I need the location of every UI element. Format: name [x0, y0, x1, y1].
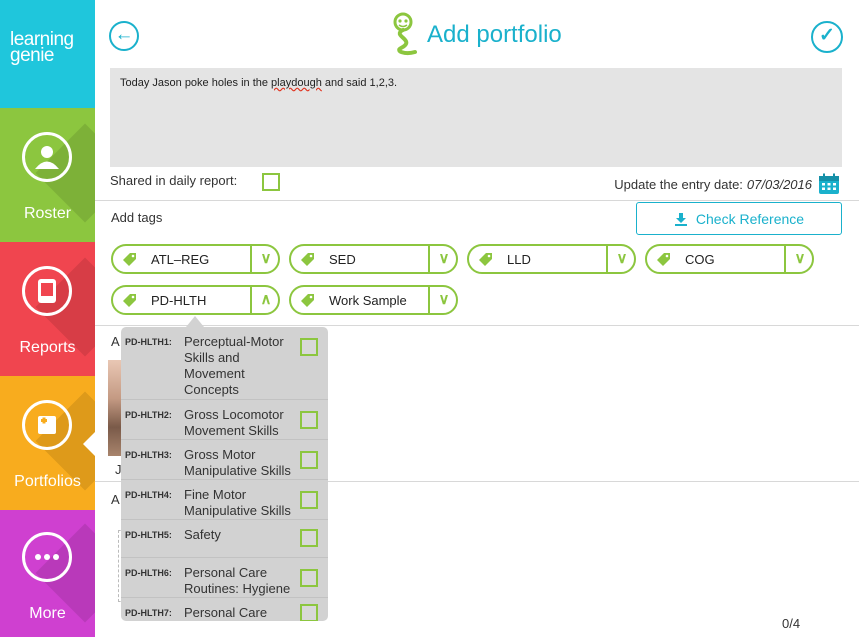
tag-atl-reg[interactable]: ATL–REG ∨	[111, 244, 280, 274]
tag-label: PD-HLTH	[151, 293, 207, 308]
note-textarea[interactable]: Today Jason poke holes in the playdough …	[110, 68, 842, 167]
calendar-icon[interactable]	[818, 173, 840, 195]
tag-cog[interactable]: COG ∨	[645, 244, 814, 274]
sidebar-item-portfolios[interactable]: Portfolios	[0, 376, 95, 510]
shared-checkbox[interactable]	[262, 173, 280, 191]
sidebar-item-label: Portfolios	[14, 473, 81, 490]
dropdown-item-text: Gross Locomotor Movement Skills	[184, 407, 284, 438]
tag-label: LLD	[507, 252, 531, 267]
check-icon: ✓	[819, 25, 835, 46]
media-counter: 0/4	[782, 616, 801, 631]
tag-icon	[301, 253, 314, 266]
entry-date-value[interactable]: 07/03/2016	[747, 177, 812, 192]
dropdown-checkbox[interactable]	[300, 569, 318, 587]
dropdown-item[interactable]: PD-HLTH7: Personal Care Routines: Feedin…	[121, 598, 328, 621]
page-title-wrap: Add portfolio	[387, 10, 562, 60]
add-tags-label: Add tags	[111, 210, 163, 225]
chevron-down-icon[interactable]: ∨	[787, 246, 813, 272]
sidebar-item-reports[interactable]: Reports	[0, 242, 95, 376]
chevron-down-icon[interactable]: ∨	[431, 246, 457, 272]
dropdown-item-code: PD-HLTH4:	[125, 490, 172, 500]
check-reference-button[interactable]: Check Reference	[636, 202, 842, 235]
tag-label: SED	[329, 252, 356, 267]
entry-date-label: Update the entry date:	[614, 176, 743, 192]
sidebar-item-label: Roster	[23, 205, 72, 222]
arrow-left-icon: ←	[114, 24, 134, 45]
tag-icon	[123, 253, 136, 266]
divider	[95, 325, 859, 326]
back-button[interactable]: ←	[109, 21, 139, 51]
dropdown-item[interactable]: PD-HLTH6: Personal Care Routines: Hygien…	[121, 558, 328, 598]
person-icon	[22, 132, 72, 182]
sidebar-item-label: More	[29, 605, 66, 622]
dropdown-item-text: Perceptual-Motor Skills and Movement Con…	[184, 334, 284, 397]
pd-hlth-dropdown: PD-HLTH1: Perceptual-Motor Skills and Mo…	[121, 327, 328, 621]
chevron-up-icon[interactable]: ∧	[253, 287, 279, 313]
section-label-fragment: A	[111, 334, 120, 349]
shared-label: Shared in daily report:	[110, 173, 238, 188]
dropdown-item-code: PD-HLTH6:	[125, 568, 172, 578]
note-text-before: Today Jason poke holes in the	[120, 77, 272, 89]
sidebar: learning genie Roster Reports Portfolios…	[0, 0, 95, 637]
sidebar-item-roster[interactable]: Roster	[0, 108, 95, 242]
dropdown-pointer	[186, 316, 204, 327]
logo-text: learning genie	[10, 29, 74, 66]
tag-label: COG	[685, 252, 715, 267]
chevron-down-icon[interactable]: ∨	[253, 246, 279, 272]
entry-date: Update the entry date: 07/03/2016	[614, 173, 840, 195]
tag-lld[interactable]: LLD ∨	[467, 244, 636, 274]
dropdown-checkbox[interactable]	[300, 604, 318, 621]
dropdown-item[interactable]: PD-HLTH1: Perceptual-Motor Skills and Mo…	[121, 327, 328, 400]
dropdown-item[interactable]: PD-HLTH5: Safety	[121, 520, 328, 558]
tag-icon	[123, 294, 136, 307]
chevron-down-icon[interactable]: ∨	[431, 287, 457, 313]
dropdown-item-code: PD-HLTH3:	[125, 450, 172, 460]
tag-label: Work Sample	[329, 293, 407, 308]
ellipsis-icon	[22, 532, 72, 582]
note-misspelled-word: playdough	[271, 77, 322, 89]
dropdown-item-code: PD-HLTH7:	[125, 608, 172, 618]
dropdown-checkbox[interactable]	[300, 529, 318, 547]
dropdown-item-text: Gross Motor Manipulative Skills	[184, 447, 291, 478]
genie-mascot-icon	[393, 12, 417, 56]
dropdown-item-text: Safety	[184, 527, 221, 542]
dropdown-item[interactable]: PD-HLTH3: Gross Motor Manipulative Skill…	[121, 440, 328, 480]
dropdown-item-text: Personal Care Routines: Feeding	[184, 605, 268, 620]
check-reference-label: Check Reference	[695, 210, 805, 227]
dropdown-item-code: PD-HLTH5:	[125, 530, 172, 540]
dropdown-item[interactable]: PD-HLTH4: Fine Motor Manipulative Skills	[121, 480, 328, 520]
active-indicator	[83, 432, 95, 456]
dropdown-checkbox[interactable]	[300, 451, 318, 469]
page-title: Add portfolio	[427, 21, 562, 48]
dropdown-checkbox[interactable]	[300, 491, 318, 509]
done-button[interactable]: ✓	[811, 21, 843, 53]
portfolio-icon	[22, 400, 72, 450]
shared-row: Shared in daily report: Update the entry…	[110, 173, 840, 195]
dropdown-item-text: Fine Motor Manipulative Skills	[184, 487, 291, 518]
tag-pd-hlth[interactable]: PD-HLTH ∧	[111, 285, 280, 315]
download-icon	[674, 212, 687, 226]
sidebar-item-label: Reports	[19, 339, 76, 356]
sidebar-item-more[interactable]: More	[0, 510, 95, 637]
dropdown-item-code: PD-HLTH2:	[125, 410, 172, 420]
report-icon	[22, 266, 72, 316]
tag-label: ATL–REG	[151, 252, 210, 267]
dropdown-item-text: Personal Care Routines: Hygiene	[184, 565, 291, 596]
dropdown-item[interactable]: PD-HLTH2: Gross Locomotor Movement Skill…	[121, 400, 328, 440]
dropdown-item-code: PD-HLTH1:	[125, 337, 172, 347]
chevron-down-icon[interactable]: ∨	[609, 246, 635, 272]
tag-icon	[479, 253, 492, 266]
tag-icon	[657, 253, 670, 266]
section-label-fragment: A	[111, 492, 120, 507]
header: ← Add portfolio ✓	[95, 0, 859, 68]
dropdown-checkbox[interactable]	[300, 411, 318, 429]
dropdown-checkbox[interactable]	[300, 338, 318, 356]
app-logo: learning genie	[0, 0, 95, 108]
divider	[95, 200, 859, 201]
tag-sed[interactable]: SED ∨	[289, 244, 458, 274]
tag-work-sample[interactable]: Work Sample ∨	[289, 285, 458, 315]
tag-icon	[301, 294, 314, 307]
note-text-after: and said 1,2,3.	[321, 77, 398, 89]
